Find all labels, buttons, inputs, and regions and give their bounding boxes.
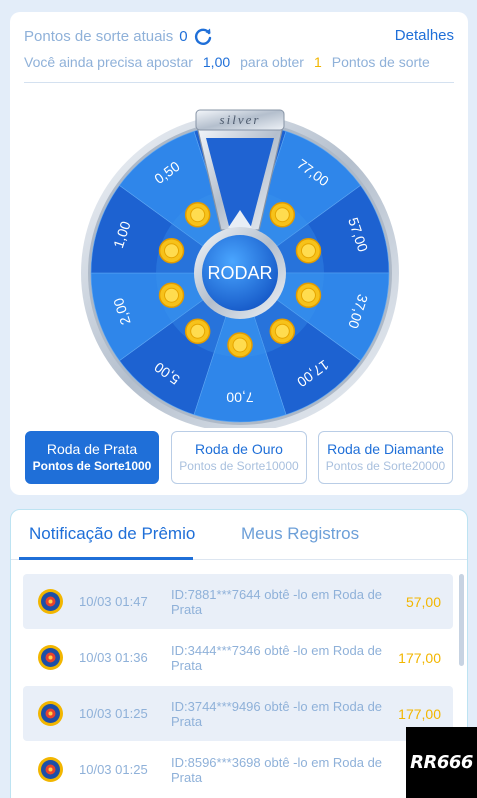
coin-icon xyxy=(184,318,211,344)
wheel-tier-label: silver xyxy=(220,112,261,127)
tier-points-required: Pontos de Sorte10000 xyxy=(179,459,299,473)
prize-wheel-graphic: 177,0077,0057,0037,0017,007,005,002,001,… xyxy=(81,109,399,428)
record-time: 10/03 01:47 xyxy=(79,594,148,609)
coin-icon xyxy=(295,238,322,264)
record-time: 10/03 01:25 xyxy=(79,762,148,777)
tier-name: Roda de Diamante xyxy=(327,441,444,457)
brand-logo: RR666 xyxy=(406,727,477,798)
records-tabs: Notificação de Prêmio Meus Registros xyxy=(11,510,467,560)
spin-button-label[interactable]: RODAR xyxy=(207,263,272,283)
tier-button-0[interactable]: Roda de Prata Pontos de Sorte1000 xyxy=(25,431,159,484)
tier-button-1[interactable]: Roda de Ouro Pontos de Sorte10000 xyxy=(171,431,307,484)
medal-icon xyxy=(38,645,63,670)
record-text: ID:3444***7346 obtê -lo em Roda de Prata xyxy=(171,642,383,673)
need-middle: para obter xyxy=(240,54,304,70)
wheel-card: Pontos de sorte atuais 0 Detalhes Você a… xyxy=(10,12,468,495)
coin-icon xyxy=(269,202,296,228)
record-text: ID:3744***9496 obtê -lo em Roda de Prata xyxy=(171,698,383,729)
tier-points-required: Pontos de Sorte1000 xyxy=(32,459,152,473)
record-amount: 57,00 xyxy=(405,593,441,610)
tab-prize-notifications[interactable]: Notificação de Prêmio xyxy=(29,524,195,544)
coin-icon xyxy=(184,202,211,228)
record-amount: 177,00 xyxy=(398,649,441,666)
refresh-icon[interactable] xyxy=(192,25,214,47)
header-divider xyxy=(24,82,454,83)
record-row: 10/03 01:25 ID:8596***3698 obtê -lo em Ro… xyxy=(23,742,453,797)
need-points: 1 xyxy=(313,54,322,70)
record-text: ID:7881***7644 obtê -lo em Roda de Prata xyxy=(171,586,383,617)
record-row: 10/03 01:36 ID:3444***7346 obtê -lo em Ro… xyxy=(23,630,453,685)
coin-icon xyxy=(227,332,253,358)
need-suffix: Pontos de sorte xyxy=(331,54,430,70)
coin-icon xyxy=(295,282,322,308)
record-time: 10/03 01:36 xyxy=(79,650,148,665)
records-scrollbar[interactable] xyxy=(459,574,464,666)
record-row: 10/03 01:25 ID:3744***9496 obtê -lo em Ro… xyxy=(23,686,453,741)
brand-logo-text: RR666 xyxy=(410,752,473,773)
tier-button-2[interactable]: Roda de Diamante Pontos de Sorte20000 xyxy=(318,431,453,484)
active-tab-underline xyxy=(19,557,193,560)
records-card: Notificação de Prêmio Meus Registros 10/… xyxy=(10,509,468,798)
medal-icon xyxy=(38,589,63,614)
record-text: ID:8596***3698 obtê -lo em Roda de Prata xyxy=(171,754,383,785)
medal-icon xyxy=(38,757,63,782)
luck-points-value: 0 xyxy=(179,27,188,45)
coin-icon xyxy=(158,282,185,308)
bet-requirement-row: Você ainda precisa apostar 1,00 para obt… xyxy=(24,54,454,70)
coin-icon xyxy=(269,318,296,344)
coin-icon xyxy=(158,238,185,264)
prize-wheel[interactable]: 177,0077,0057,0037,0017,007,005,002,001,… xyxy=(81,98,399,428)
tier-name: Roda de Prata xyxy=(46,441,138,457)
need-prefix: Você ainda precisa apostar xyxy=(24,54,193,70)
need-amount: 1,00 xyxy=(202,54,231,70)
record-time: 10/03 01:25 xyxy=(79,706,148,721)
details-link[interactable]: Detalhes xyxy=(395,24,454,48)
medal-icon xyxy=(38,701,63,726)
luck-points-label: Pontos de sorte atuais xyxy=(24,27,174,45)
luck-points-row: Pontos de sorte atuais 0 Detalhes xyxy=(24,24,454,48)
record-row: 10/03 01:47 ID:7881***7644 obtê -lo em Ro… xyxy=(23,574,453,629)
wheel-segment-value: 7,00 xyxy=(226,389,253,405)
tab-my-records[interactable]: Meus Registros xyxy=(241,524,359,544)
record-amount: 177,00 xyxy=(398,705,441,722)
tier-points-required: Pontos de Sorte20000 xyxy=(325,459,446,473)
tier-name: Roda de Ouro xyxy=(195,441,283,457)
